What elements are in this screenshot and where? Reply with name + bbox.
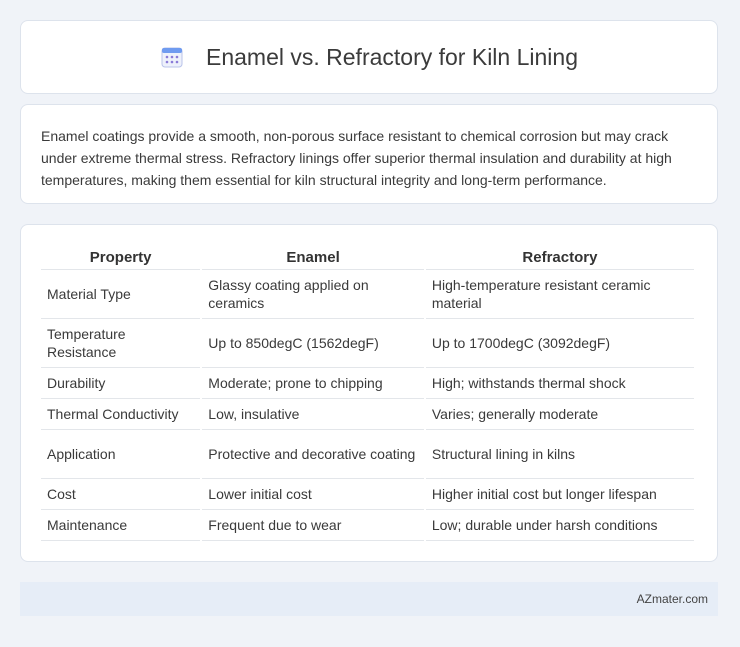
enamel-cell: Up to 850degC (1562degF) <box>202 319 424 368</box>
enamel-cell: Protective and decorative coating <box>202 430 424 479</box>
refractory-cell: Structural lining in kilns <box>425 430 694 479</box>
enamel-cell: Lower initial cost <box>202 479 424 510</box>
table-row: Durability Moderate; prone to chipping H… <box>41 368 694 399</box>
comparison-table: Property Enamel Refractory Material Type… <box>39 245 696 541</box>
enamel-cell: Low, insulative <box>202 399 424 430</box>
enamel-cell: Moderate; prone to chipping <box>202 368 424 399</box>
table-row: Cost Lower initial cost Higher initial c… <box>41 479 694 510</box>
table-row: Material Type Glassy coating applied on … <box>41 270 694 319</box>
property-cell: Cost <box>41 479 201 510</box>
page-title: Enamel vs. Refractory for Kiln Lining <box>206 43 578 70</box>
table-row: Application Protective and decorative co… <box>41 430 694 479</box>
property-cell: Temperature Resistance <box>41 319 201 368</box>
calendar-icon <box>160 45 184 69</box>
table-row: Thermal Conductivity Low, insulative Var… <box>41 399 694 430</box>
enamel-cell: Glassy coating applied on ceramics <box>202 270 424 319</box>
column-header-refractory: Refractory <box>425 245 694 270</box>
property-cell: Thermal Conductivity <box>41 399 201 430</box>
refractory-cell: High; withstands thermal shock <box>425 368 694 399</box>
footer: AZmater.com <box>20 582 718 616</box>
property-cell: Material Type <box>41 270 201 319</box>
refractory-cell: High-temperature resistant ceramic mater… <box>425 270 694 319</box>
table-header-row: Property Enamel Refractory <box>41 245 694 270</box>
refractory-cell: Up to 1700degC (3092degF) <box>425 319 694 368</box>
enamel-cell: Frequent due to wear <box>202 510 424 541</box>
property-cell: Maintenance <box>41 510 201 541</box>
footer-brand[interactable]: AZmater.com <box>637 592 708 606</box>
header: Enamel vs. Refractory for Kiln Lining <box>160 44 578 71</box>
refractory-cell: Higher initial cost but longer lifespan <box>425 479 694 510</box>
summary-card: Enamel coatings provide a smooth, non-po… <box>20 104 718 204</box>
property-cell: Durability <box>41 368 201 399</box>
refractory-cell: Varies; generally moderate <box>425 399 694 430</box>
summary-text: Enamel coatings provide a smooth, non-po… <box>41 128 672 188</box>
table-row: Maintenance Frequent due to wear Low; du… <box>41 510 694 541</box>
column-header-property: Property <box>41 245 201 270</box>
column-header-enamel: Enamel <box>202 245 424 270</box>
property-cell: Application <box>41 430 201 479</box>
refractory-cell: Low; durable under harsh conditions <box>425 510 694 541</box>
comparison-card: Property Enamel Refractory Material Type… <box>20 224 718 562</box>
header-card: Enamel vs. Refractory for Kiln Lining <box>20 20 718 94</box>
table-row: Temperature Resistance Up to 850degC (15… <box>41 319 694 368</box>
